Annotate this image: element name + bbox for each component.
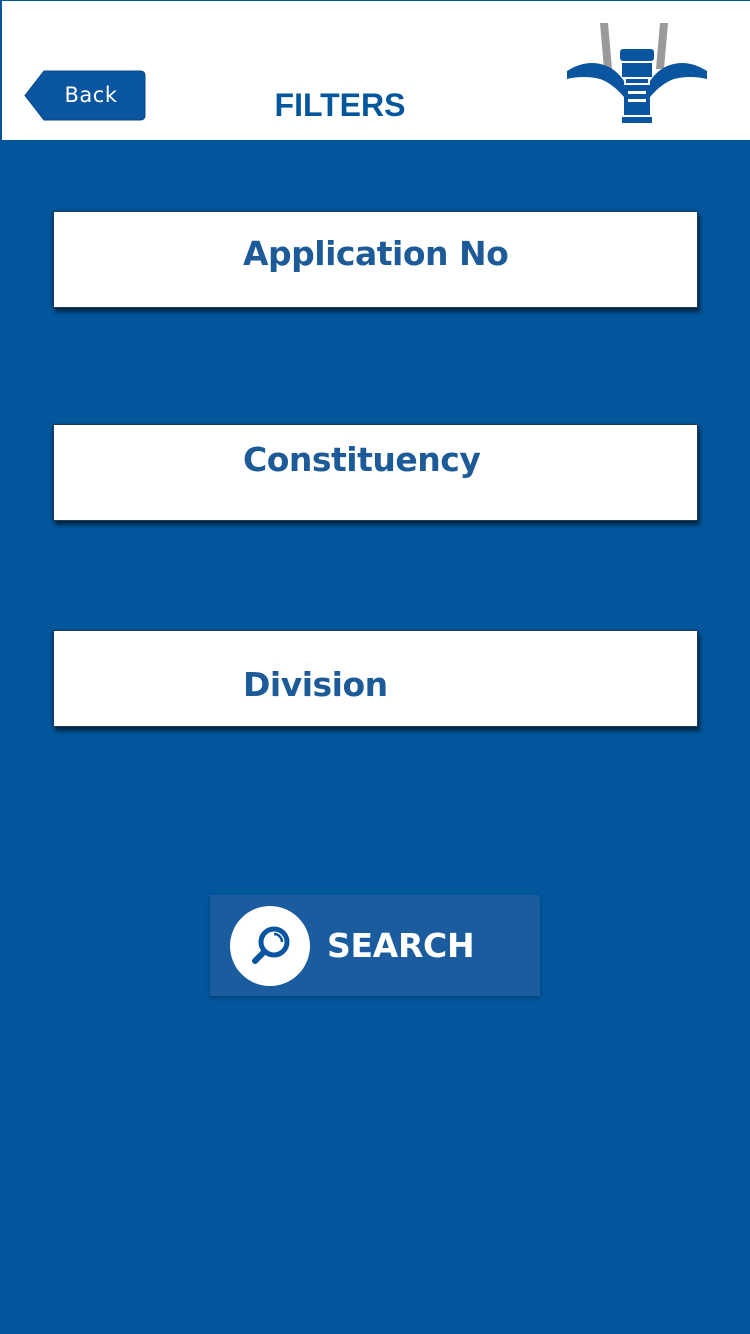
app-logo <box>564 19 710 125</box>
filter-constituency[interactable]: Constituency <box>53 424 698 521</box>
search-icon-circle <box>230 906 310 986</box>
filter-division[interactable]: Division <box>53 630 698 727</box>
search-button-label: SEARCH <box>327 926 475 965</box>
search-icon <box>252 926 290 964</box>
filter-application-no[interactable]: Application No <box>53 211 698 308</box>
page-title: FILTERS <box>274 87 406 123</box>
filter-label: Constituency <box>243 440 481 479</box>
filter-label: Division <box>243 665 388 704</box>
search-button[interactable]: SEARCH <box>210 895 540 996</box>
top-bar: Back FILTERS <box>0 0 750 140</box>
back-button-label: Back <box>64 83 118 107</box>
back-button[interactable]: Back <box>24 69 146 122</box>
filter-label: Application No <box>243 234 509 273</box>
